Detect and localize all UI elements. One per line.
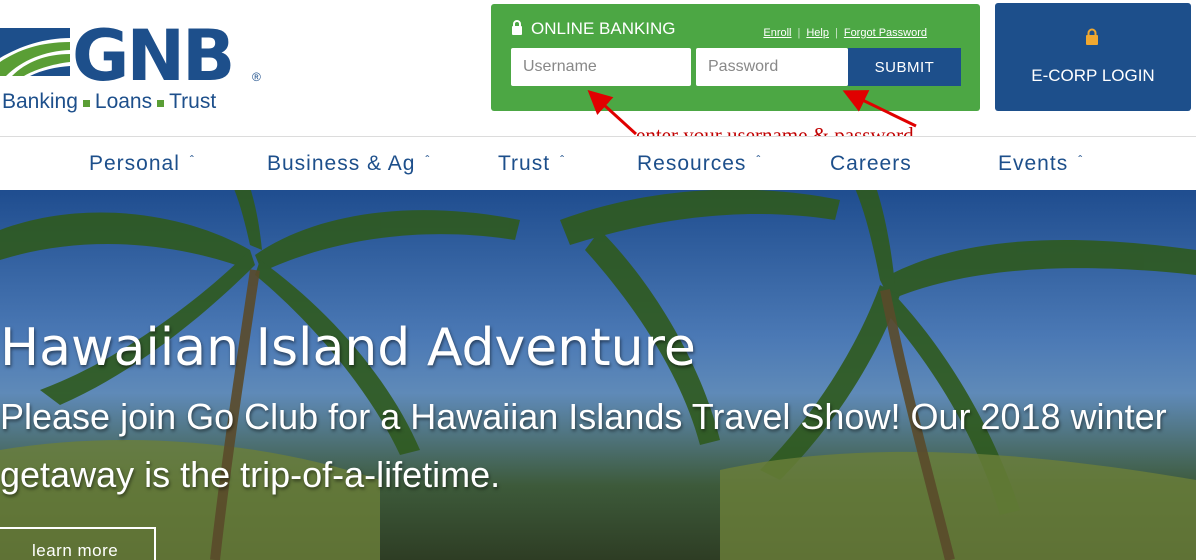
main-nav: Personal ˆ Business & Ag ˆ Trust ˆ Resource… [0, 136, 1196, 190]
nav-events[interactable]: Events ˆ [998, 152, 1083, 176]
nav-label: Business & Ag [267, 152, 416, 175]
learn-more-button[interactable]: learn more [0, 527, 156, 560]
chevron-down-icon: ˆ [560, 153, 566, 167]
nav-personal[interactable]: Personal ˆ [89, 152, 195, 176]
nav-trust[interactable]: Trust ˆ [498, 152, 565, 176]
chevron-down-icon: ˆ [189, 153, 195, 167]
nav-label: Personal [89, 152, 180, 175]
nav-label: Events [998, 152, 1069, 175]
nav-business-ag[interactable]: Business & Ag ˆ [267, 152, 430, 176]
nav-careers[interactable]: Careers [830, 152, 912, 176]
nav-label: Resources [637, 152, 747, 175]
nav-resources[interactable]: Resources ˆ [637, 152, 761, 176]
nav-label: Careers [830, 152, 912, 175]
hero-title: Hawaiian Island Adventure [0, 318, 696, 378]
chevron-down-icon: ˆ [756, 153, 762, 167]
annotation-arrow-password [842, 90, 917, 128]
chevron-down-icon: ˆ [425, 153, 431, 167]
chevron-down-icon: ˆ [1078, 153, 1084, 167]
annotation-arrow-username [587, 89, 638, 136]
nav-label: Trust [498, 152, 551, 175]
hero-banner: Hawaiian Island Adventure Please join Go… [0, 190, 1196, 560]
hero-subtitle: Please join Go Club for a Hawaiian Islan… [0, 396, 1167, 495]
